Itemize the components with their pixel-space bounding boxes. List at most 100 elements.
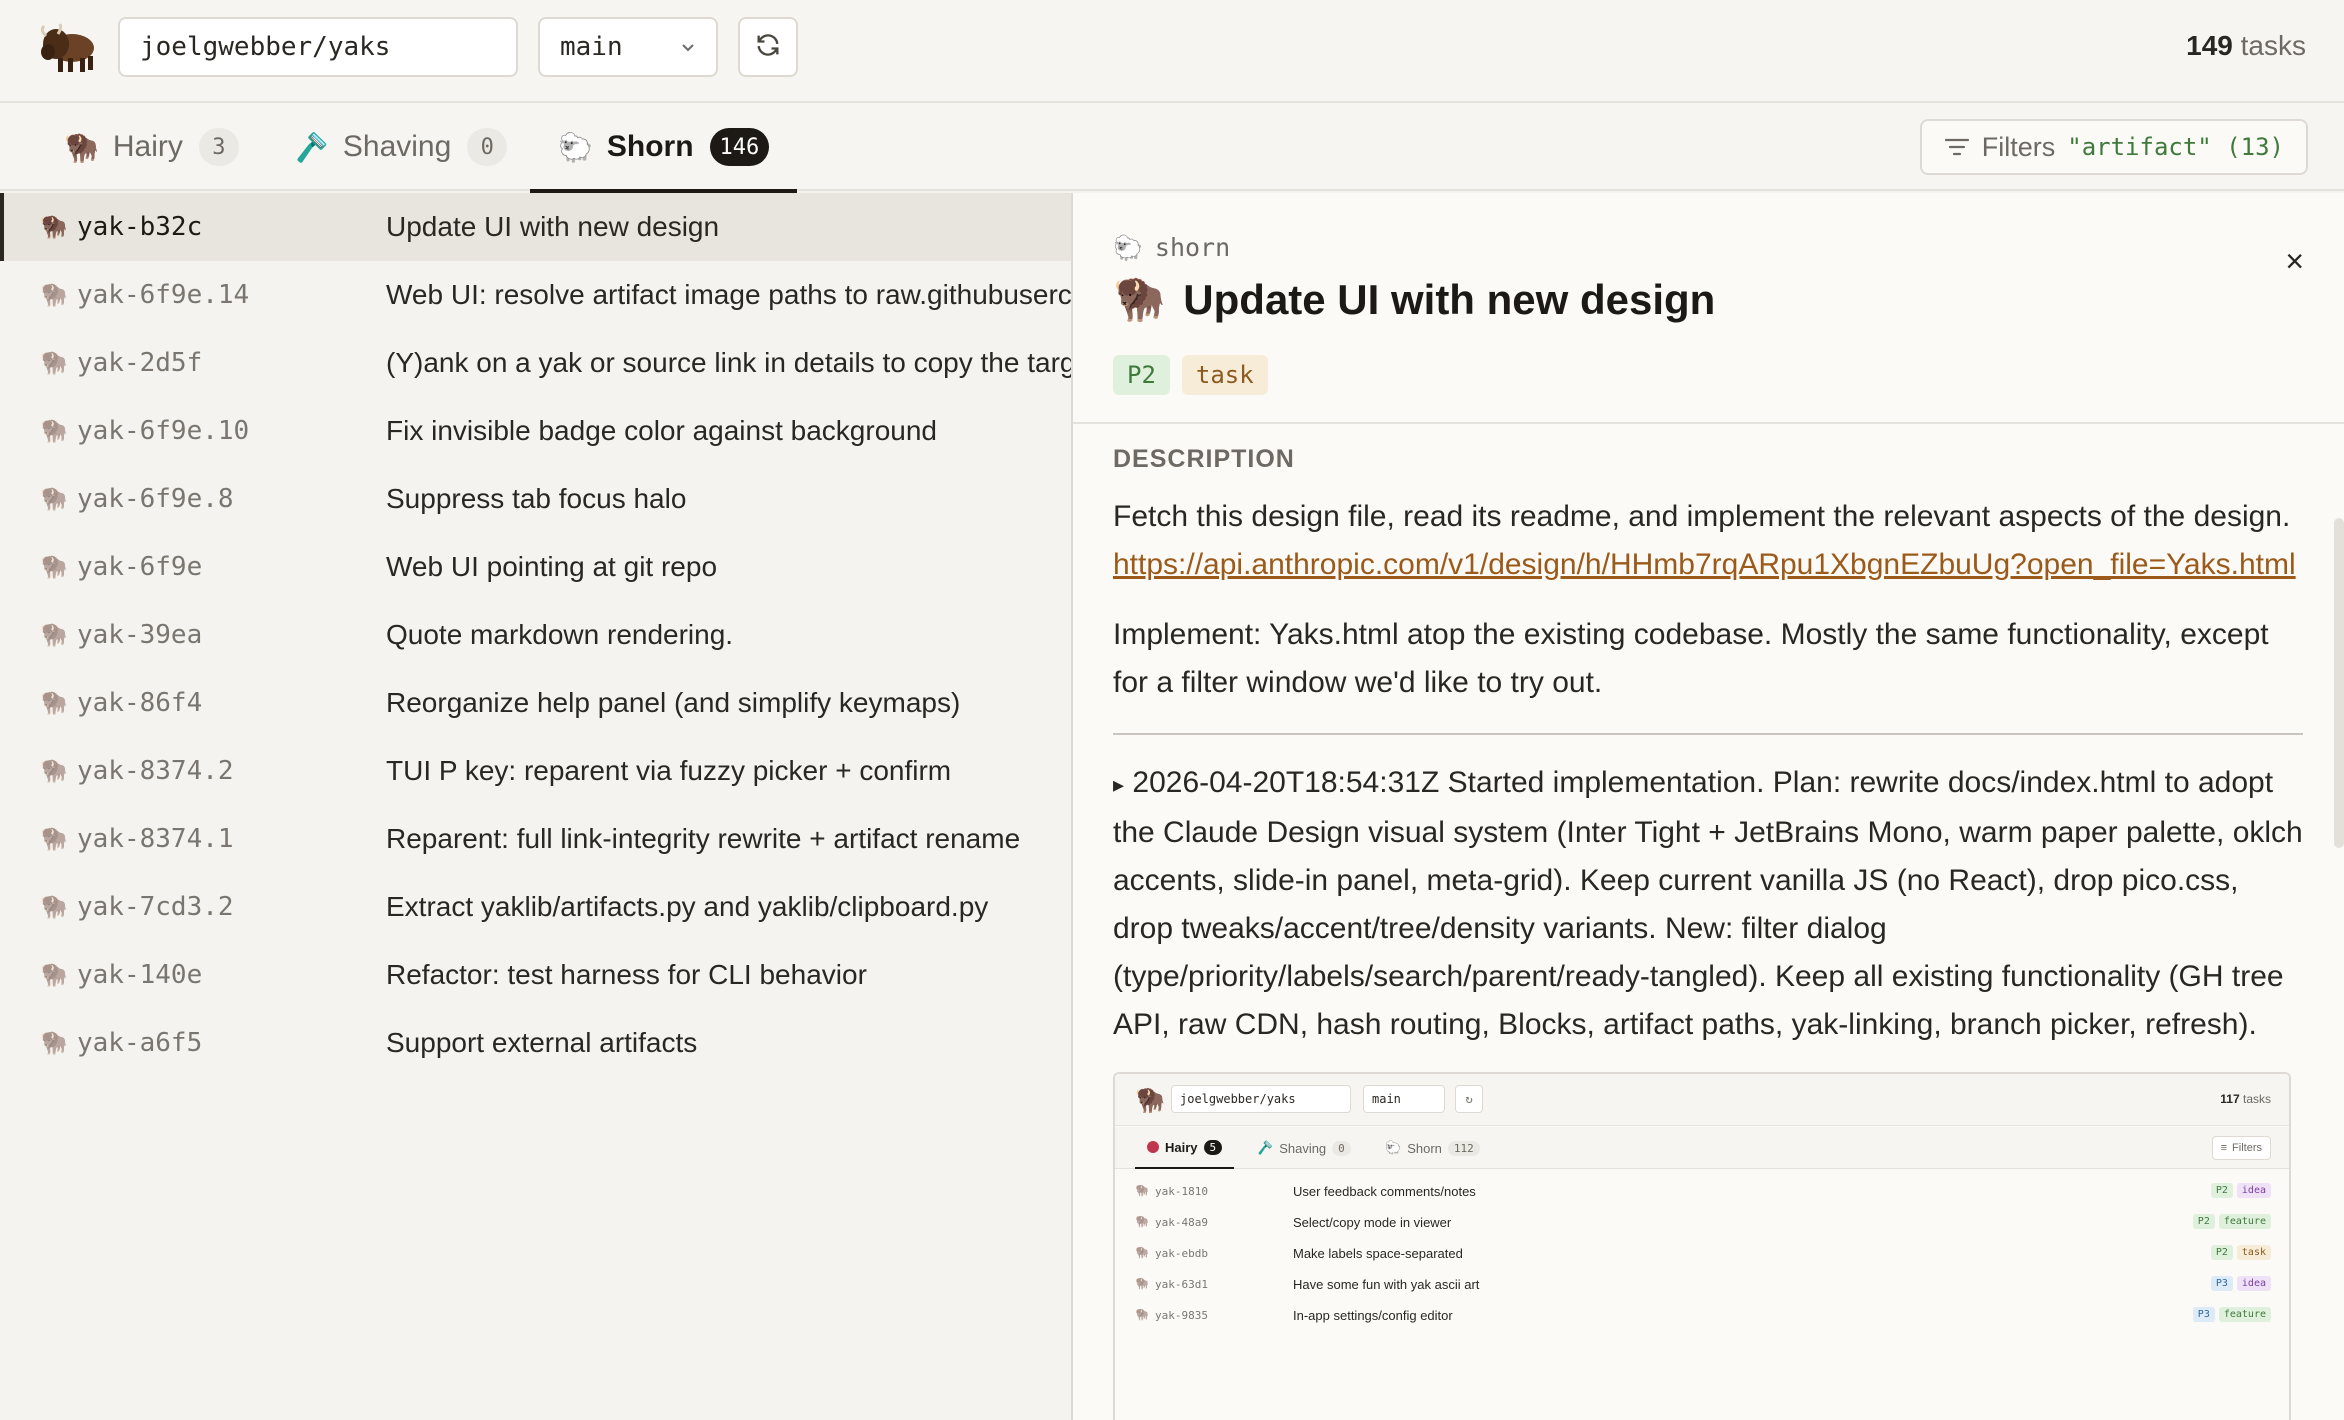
bison-icon: 🦬 — [1113, 275, 1166, 322]
task-count-label: tasks — [2240, 30, 2306, 61]
disclosure-triangle-icon: ▸ — [1113, 772, 1125, 797]
detail-title: 🦬 Update UI with new design — [1113, 275, 1715, 324]
bison-icon: 🦬 — [40, 962, 68, 987]
description-paragraph: Implement: Yaks.html atop the existing c… — [1113, 618, 2269, 699]
tab-count: 146 — [709, 128, 770, 166]
status-line: 🐑 shorn — [1113, 233, 1230, 262]
task-count-number: 149 — [2186, 30, 2233, 61]
tab-bar: 🦬 Hairy 3 🪒 Shaving 0 🐑 Shorn 146 Filter… — [0, 103, 2344, 193]
list-item-id: yak-2d5f — [77, 348, 203, 378]
detail-title-text: Update UI with new design — [1183, 275, 1716, 323]
shot-row: 🦬 yak-ebdb Make labels space-separated P… — [1115, 1240, 2289, 1271]
list-item-title: Extract yaklib/artifacts.py and yaklib/c… — [386, 891, 989, 922]
description-body: Fetch this design file, read its readme,… — [1113, 493, 2303, 1071]
shot-row: 🦬 yak-1810 User feedback comments/notes … — [1115, 1178, 2289, 1209]
list-item-title: Support external artifacts — [386, 1027, 698, 1058]
list-item-title: Suppress tab focus halo — [386, 483, 687, 514]
filters-value: "artifact" (13) — [2067, 133, 2284, 161]
list-item[interactable]: 🦬 yak-6f9e Web UI pointing at git repo — [0, 533, 1071, 601]
tab-label: Hairy — [112, 130, 183, 163]
top-bar: joelgwebber/yaks main 149 tasks — [0, 0, 2344, 103]
shot-row-tags: P2 idea — [2210, 1183, 2271, 1198]
log-entry[interactable]: ▸ 2026-04-20T18:54:31Z Started implement… — [1113, 759, 2303, 1049]
list-item-id: yak-6f9e — [77, 552, 203, 582]
refresh-icon: ↻ — [1455, 1085, 1483, 1113]
list-item[interactable]: 🦬 yak-6f9e.14 Web UI: resolve artifact i… — [0, 261, 1071, 329]
tab-shorn[interactable]: 🐑 Shorn 146 — [530, 103, 798, 193]
list-item-title: Update UI with new design — [386, 211, 720, 242]
shot-row-id: yak-ebdb — [1155, 1247, 1208, 1260]
filter-icon — [1944, 136, 1970, 158]
list-item-id: yak-a6f5 — [77, 1028, 203, 1058]
sheep-icon: 🐑 — [1113, 233, 1143, 262]
list-item[interactable]: 🦬 yak-8374.2 TUI P key: reparent via fuz… — [0, 737, 1071, 805]
list-item-title: TUI P key: reparent via fuzzy picker + c… — [386, 755, 952, 786]
bison-icon: 🦬 — [1135, 1216, 1149, 1228]
list-item[interactable]: 🦬 yak-6f9e.10 Fix invisible badge color … — [0, 397, 1071, 465]
list-item[interactable]: 🦬 yak-2d5f (Y)ank on a yak or source lin… — [0, 329, 1071, 397]
list-item[interactable]: 🦬 yak-a6f5 Support external artifacts — [0, 1009, 1071, 1077]
branch-select-value: main — [560, 32, 623, 62]
bison-icon: 🦬 — [40, 350, 68, 375]
bison-icon: 🦬 — [40, 622, 68, 647]
close-button[interactable]: × — [2285, 243, 2304, 280]
shot-branch: main — [1363, 1085, 1445, 1113]
shot-row-title: Select/copy mode in viewer — [1293, 1215, 1452, 1230]
type-badge: idea — [2236, 1276, 2271, 1291]
task-count: 149 tasks — [2186, 30, 2306, 62]
chevron-down-icon — [680, 32, 696, 62]
design-link[interactable]: https://api.anthropic.com/v1/design/h/HH… — [1113, 548, 2296, 581]
list-item[interactable]: 🦬 yak-7cd3.2 Extract yaklib/artifacts.py… — [0, 873, 1071, 941]
shot-row-tags: P3 idea — [2210, 1276, 2271, 1291]
list-item[interactable]: 🦬 yak-39ea Quote markdown rendering. — [0, 601, 1071, 669]
hairy-dot-icon — [1147, 1141, 1159, 1153]
bison-icon: 🦬 — [40, 418, 68, 443]
branch-select[interactable]: main — [538, 17, 718, 77]
list-item[interactable]: 🦬 yak-b32c Update UI with new design — [0, 193, 1071, 261]
priority-badge: P2 — [1113, 355, 1170, 395]
shot-row-title: In-app settings/config editor — [1293, 1308, 1453, 1323]
tab-hairy[interactable]: 🦬 Hairy 3 — [36, 103, 267, 191]
task-list: 🦬 yak-b32c Update UI with new design 🦬 y… — [0, 193, 1071, 1077]
list-item[interactable]: 🦬 yak-140e Refactor: test harness for CL… — [0, 941, 1071, 1009]
shot-task-count-number: 117 — [2220, 1092, 2240, 1106]
list-item-title: Quote markdown rendering. — [386, 619, 734, 650]
shot-repo: joelgwebber/yaks — [1171, 1085, 1351, 1113]
shot-tab-count: 0 — [1332, 1140, 1351, 1156]
tag-list: P2 task — [1113, 355, 1268, 395]
close-icon: × — [2285, 243, 2304, 279]
shot-row: 🦬 yak-63d1 Have some fun with yak ascii … — [1115, 1271, 2289, 1302]
repo-input[interactable]: joelgwebber/yaks — [118, 17, 518, 77]
shot-row-tags: P2 task — [2210, 1245, 2271, 1260]
type-badge: idea — [2236, 1183, 2271, 1198]
bison-logo-icon: 🦬 — [1135, 1087, 1165, 1114]
refresh-icon — [754, 31, 782, 64]
shot-row-title: User feedback comments/notes — [1293, 1184, 1476, 1199]
list-item[interactable]: 🦬 yak-6f9e.8 Suppress tab focus halo — [0, 465, 1071, 533]
type-badge: feature — [2218, 1307, 2271, 1322]
type-badge: task — [1181, 355, 1268, 395]
refresh-button[interactable] — [738, 17, 798, 77]
shot-tab-shorn: 🐑 Shorn 112 — [1385, 1127, 1480, 1169]
list-item-id: yak-140e — [77, 960, 203, 990]
list-item-id: yak-8374.1 — [77, 824, 234, 854]
scrollbar[interactable] — [2334, 518, 2344, 848]
tab-shaving[interactable]: 🪒 Shaving 0 — [266, 103, 535, 191]
shot-row-id: yak-9835 — [1155, 1309, 1208, 1322]
shot-row-id: yak-1810 — [1155, 1185, 1208, 1198]
shot-row-title: Make labels space-separated — [1293, 1246, 1463, 1261]
list-item-id: yak-6f9e.8 — [77, 484, 234, 514]
shot-filters-label: Filters — [2232, 1142, 2262, 1154]
list-item-title: Web UI pointing at git repo — [386, 551, 718, 582]
shot-row-id: yak-63d1 — [1155, 1278, 1208, 1291]
shot-filters: ≡ Filters — [2211, 1136, 2271, 1160]
bison-icon: 🦬 — [40, 282, 68, 307]
bison-logo-icon[interactable] — [38, 18, 100, 76]
list-item[interactable]: 🦬 yak-86f4 Reorganize help panel (and si… — [0, 669, 1071, 737]
list-item[interactable]: 🦬 yak-8374.1 Reparent: full link-integri… — [0, 805, 1071, 873]
priority-badge: P3 — [2210, 1276, 2233, 1291]
list-item-title: Web UI: resolve artifact image paths to … — [386, 279, 1071, 310]
filters-button[interactable]: Filters "artifact" (13) — [1919, 119, 2308, 175]
sheep-icon: 🐑 — [558, 131, 593, 163]
description-text: Fetch this design file, read its readme,… — [1113, 500, 2291, 533]
